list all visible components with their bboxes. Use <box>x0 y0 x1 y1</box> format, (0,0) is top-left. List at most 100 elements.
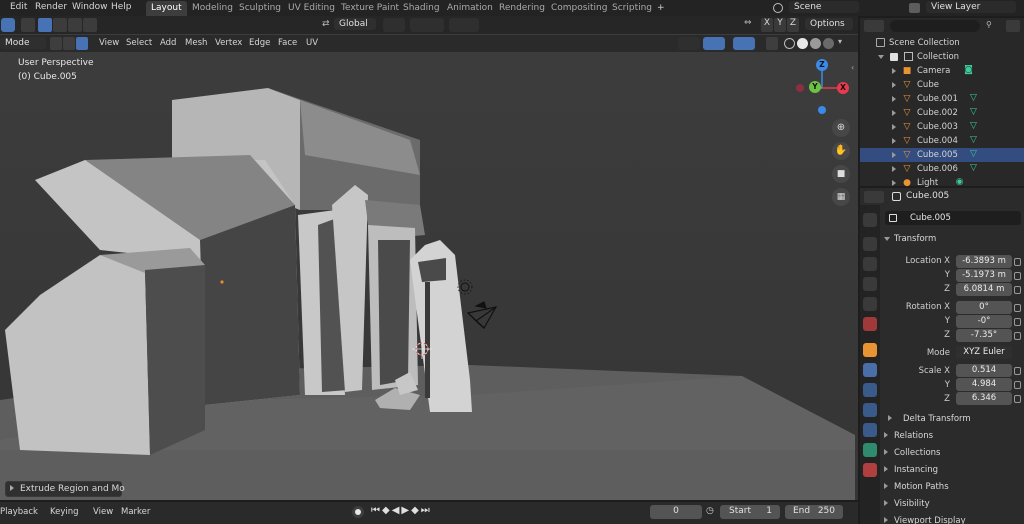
expand-icon[interactable] <box>884 449 888 455</box>
expand-icon[interactable] <box>892 110 896 116</box>
mesh-data-icon[interactable]: ▽ <box>968 121 979 132</box>
outliner-row-cube-005[interactable]: ▽ Cube.005 ▽ <box>860 148 1024 162</box>
select-mode-extend-icon[interactable] <box>53 18 67 32</box>
navigation-gizmo[interactable]: Z X Y <box>795 58 850 118</box>
start-frame-field[interactable]: Start 1 <box>720 505 780 519</box>
overlay-toggle-icon[interactable] <box>733 37 755 50</box>
face-select-icon[interactable] <box>76 37 88 50</box>
section-instancing[interactable]: Instancing <box>880 462 1024 478</box>
section-collections[interactable]: Collections <box>880 445 1024 461</box>
menu-uv[interactable]: UV <box>306 38 318 48</box>
expand-icon[interactable] <box>892 68 896 74</box>
scale-x-field[interactable]: 0.514 <box>956 364 1012 377</box>
menu-keying[interactable]: Keying <box>50 507 79 517</box>
material-shading-icon[interactable] <box>810 38 821 49</box>
rotation-z-field[interactable]: -7.35° <box>956 329 1012 342</box>
transform-panel-header[interactable]: Transform <box>880 232 1024 248</box>
lock-scale-x-icon[interactable] <box>1014 367 1021 375</box>
last-operator-panel[interactable]: Extrude Region and Mo <box>5 481 125 497</box>
mesh-data-icon[interactable]: ▽ <box>968 163 979 174</box>
scale-y-field[interactable]: 4.984 <box>956 378 1012 391</box>
expand-icon[interactable] <box>884 432 888 438</box>
render-tab-icon[interactable] <box>863 237 877 251</box>
lock-location-y-icon[interactable] <box>1014 272 1021 280</box>
tool-tab-icon[interactable] <box>863 213 877 227</box>
expand-icon[interactable] <box>884 483 888 489</box>
tab-uv-editing[interactable]: UV Editing <box>283 1 340 16</box>
view-layer-selector[interactable]: View Layer <box>926 1 1016 13</box>
expand-icon[interactable] <box>884 500 888 506</box>
scene-selector[interactable]: Scene <box>789 1 859 13</box>
menu-mesh[interactable]: Mesh <box>185 38 207 48</box>
expand-icon[interactable] <box>888 415 892 421</box>
wireframe-shading-icon[interactable] <box>784 38 795 49</box>
mirror-y-toggle[interactable]: Y <box>774 18 786 32</box>
menu-face[interactable]: Face <box>278 38 297 48</box>
gizmo-x-axis[interactable]: X <box>837 82 849 94</box>
select-tool-icon[interactable] <box>1 18 15 32</box>
lock-rotation-y-icon[interactable] <box>1014 318 1021 326</box>
outliner-row-cube[interactable]: ▽ Cube <box>860 78 1024 92</box>
select-mode-new-icon[interactable] <box>38 18 52 32</box>
lock-location-x-icon[interactable] <box>1014 258 1021 266</box>
mesh-data-icon[interactable]: ▽ <box>968 135 979 146</box>
expand-icon[interactable] <box>892 96 896 102</box>
tab-modeling[interactable]: Modeling <box>187 1 238 16</box>
end-frame-field[interactable]: End 250 <box>785 505 843 519</box>
gizmo-z-axis[interactable]: Z <box>816 59 828 71</box>
rendered-shading-icon[interactable] <box>823 38 834 49</box>
menu-view[interactable]: View <box>93 507 113 517</box>
camera-view-icon[interactable]: ■ <box>832 165 850 183</box>
menu-help[interactable]: Help <box>111 2 132 12</box>
menu-window[interactable]: Window <box>72 2 108 12</box>
tab-texture-paint[interactable]: Texture Paint <box>336 1 404 16</box>
gizmo-y-axis[interactable]: Y <box>809 81 821 93</box>
mesh-data-icon[interactable]: ▽ <box>968 107 979 118</box>
menu-render[interactable]: Render <box>35 2 67 12</box>
camera-data-icon[interactable]: ◙ <box>963 65 974 76</box>
outliner-row-collection[interactable]: Collection <box>860 50 1024 64</box>
location-y-field[interactable]: -5.1973 m <box>956 269 1012 282</box>
properties-editor-type-icon[interactable] <box>864 191 884 203</box>
tab-compositing[interactable]: Compositing <box>546 1 612 16</box>
select-mode-invert-icon[interactable] <box>83 18 97 32</box>
filter-icon[interactable]: ⚲ <box>986 20 1000 32</box>
outliner[interactable]: ⚲ Scene Collection Collection ■ Camera ◙ ▽ C… <box>860 18 1024 188</box>
tab-sculpting[interactable]: Sculpting <box>234 1 286 16</box>
object-name-field[interactable]: Cube.005 <box>885 211 1021 225</box>
pivot-point-icon[interactable] <box>383 18 405 32</box>
scale-z-field[interactable]: 6.346 <box>956 392 1012 405</box>
menu-edge[interactable]: Edge <box>249 38 270 48</box>
menu-view[interactable]: View <box>99 38 119 48</box>
menu-edit[interactable]: Edit <box>10 2 27 12</box>
snap-icon[interactable] <box>410 18 444 32</box>
collapse-icon[interactable] <box>878 55 884 59</box>
section-viewport-display[interactable]: Viewport Display <box>880 513 1024 524</box>
delta-transform-header[interactable]: Delta Transform <box>884 411 1024 427</box>
lock-location-z-icon[interactable] <box>1014 286 1021 294</box>
tab-rendering[interactable]: Rendering <box>494 1 550 16</box>
lock-rotation-x-icon[interactable] <box>1014 304 1021 312</box>
menu-vertex[interactable]: Vertex <box>215 38 242 48</box>
section-motion-paths[interactable]: Motion Paths <box>880 479 1024 495</box>
mirror-z-toggle[interactable]: Z <box>787 18 799 32</box>
mesh-data-icon[interactable]: ▽ <box>968 149 979 160</box>
tab-animation[interactable]: Animation <box>442 1 498 16</box>
outliner-row-cube-001[interactable]: ▽ Cube.001 ▽ <box>860 92 1024 106</box>
proportional-edit-icon[interactable] <box>449 18 479 32</box>
xray-toggle-icon[interactable] <box>766 37 778 50</box>
current-frame-field[interactable]: 0 <box>650 505 702 519</box>
expand-icon[interactable] <box>884 517 888 523</box>
section-relations[interactable]: Relations <box>880 428 1024 444</box>
rotation-y-field[interactable]: -0° <box>956 315 1012 328</box>
outliner-row-cube-002[interactable]: ▽ Cube.002 ▽ <box>860 106 1024 120</box>
world-tab-icon[interactable] <box>863 317 877 331</box>
outliner-row-scene-collection[interactable]: Scene Collection <box>860 36 1024 50</box>
menu-marker[interactable]: Marker <box>121 507 150 517</box>
shading-options-icon[interactable]: ▾ <box>838 37 852 50</box>
modifier-tab-icon[interactable] <box>863 363 877 377</box>
expand-icon[interactable] <box>892 180 896 186</box>
rotation-mode-dropdown[interactable]: XYZ Euler <box>956 346 1012 359</box>
select-box-icon[interactable] <box>21 18 35 32</box>
expand-icon[interactable] <box>892 152 896 158</box>
